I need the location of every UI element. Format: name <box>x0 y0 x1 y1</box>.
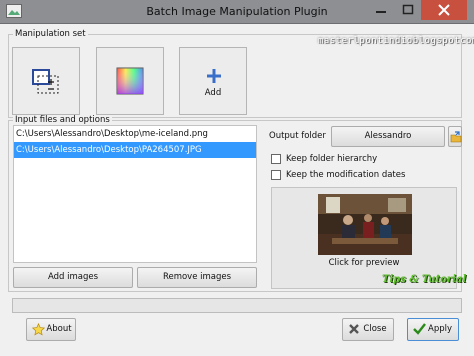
star-icon <box>32 323 45 336</box>
about-button[interactable]: About <box>26 318 76 341</box>
window-close-button[interactable] <box>421 0 467 20</box>
dialog-body: Manipulation set Add Input files and opt… <box>4 24 470 352</box>
remove-images-button[interactable]: Remove images <box>137 267 257 288</box>
file-list-item[interactable]: C:\Users\Alessandro\Desktop\me-iceland.p… <box>14 126 256 142</box>
keep-hierarchy-checkbox[interactable] <box>271 154 281 164</box>
resize-icon <box>32 69 59 94</box>
watermark-text: masterlpontindioblogspotcom <box>318 36 474 46</box>
close-x-icon <box>349 324 359 334</box>
file-list[interactable]: C:\Users\Alessandro\Desktop\me-iceland.p… <box>13 125 257 263</box>
progress-bar <box>12 298 462 313</box>
manipulation-color-button[interactable] <box>96 47 164 115</box>
color-palette-icon <box>116 67 144 95</box>
tips-tutorial-badge: Tips & Tutorial <box>382 274 467 285</box>
title-bar: Batch Image Manipulation Plugin <box>0 0 474 24</box>
output-folder-button[interactable]: Alessandro <box>331 126 445 147</box>
minimize-button[interactable] <box>367 0 395 20</box>
keep-dates-label: Keep the modification dates <box>286 170 406 180</box>
minimize-icon <box>376 11 386 13</box>
plus-icon <box>207 69 221 83</box>
keep-hierarchy-label: Keep folder hierarchy <box>286 154 378 164</box>
add-images-button[interactable]: Add images <box>13 267 133 288</box>
maximize-button[interactable] <box>395 0 421 20</box>
manipulation-set-group: Manipulation set Add <box>8 29 462 118</box>
input-files-group: Input files and options C:\Users\Alessan… <box>8 115 462 292</box>
open-folder-button[interactable] <box>448 126 462 147</box>
about-label: About <box>46 324 72 334</box>
apply-label: Apply <box>428 324 452 334</box>
file-list-item-selected[interactable]: C:\Users\Alessandro\Desktop\PA264507.JPG <box>14 142 256 158</box>
close-label: Close <box>363 324 387 334</box>
manipulation-resize-button[interactable] <box>12 47 80 115</box>
checkmark-icon <box>413 323 426 335</box>
add-label: Add <box>204 88 222 98</box>
apply-button[interactable]: Apply <box>407 318 459 341</box>
close-icon <box>438 4 450 16</box>
folder-arrow-icon <box>450 131 462 143</box>
manipulation-add-button[interactable]: Add <box>179 47 247 115</box>
input-files-label: Input files and options <box>13 115 112 125</box>
close-button[interactable]: Close <box>342 318 394 341</box>
manipulation-set-label: Manipulation set <box>13 29 88 39</box>
keep-dates-checkbox[interactable] <box>271 170 281 180</box>
maximize-icon <box>402 4 414 15</box>
preview-thumbnail <box>318 194 412 255</box>
preview-label: Click for preview <box>328 258 400 268</box>
output-folder-label: Output folder <box>269 131 326 141</box>
